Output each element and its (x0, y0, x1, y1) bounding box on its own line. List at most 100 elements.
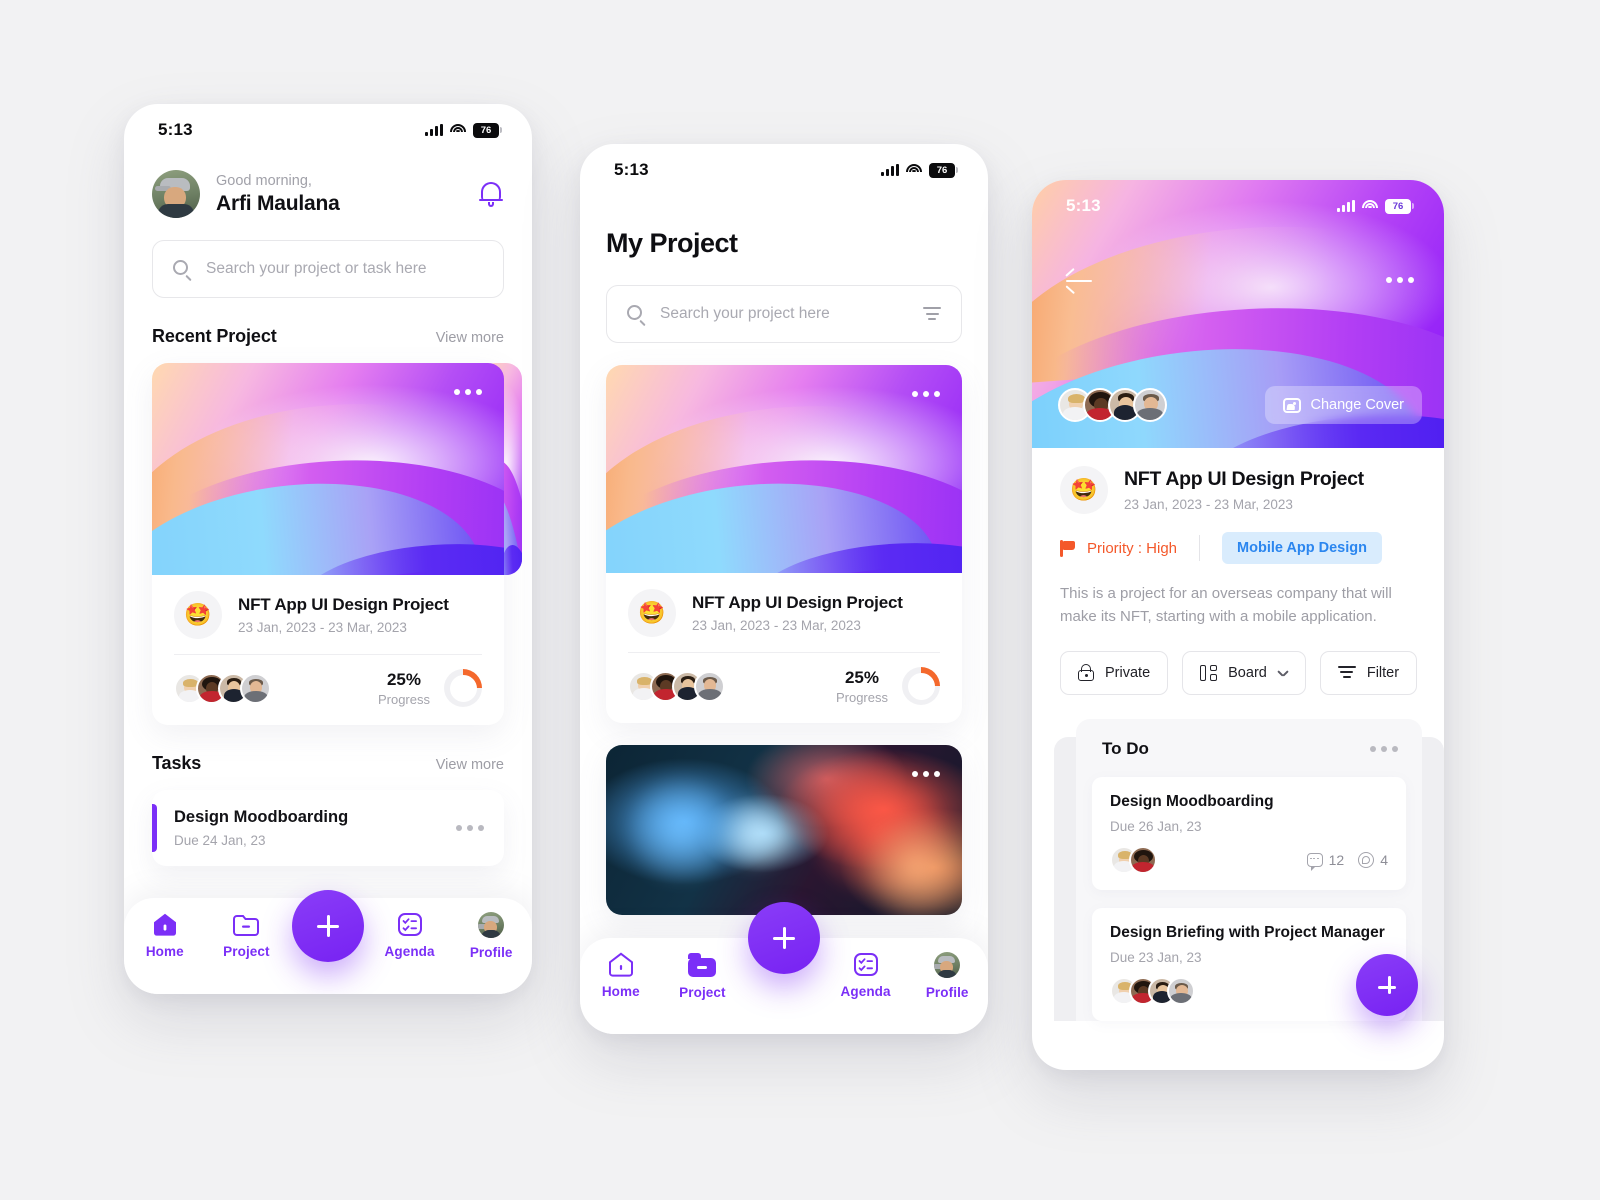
status-bar: 5:13 76 (580, 144, 988, 196)
board-label: Board (1228, 664, 1267, 681)
avatar-icon (934, 952, 961, 978)
search-icon (627, 304, 646, 326)
nav-label: Agenda (840, 984, 891, 999)
more-options-icon[interactable] (454, 389, 482, 395)
status-indicators: 76 (881, 162, 958, 178)
more-options-icon[interactable] (1370, 745, 1398, 752)
project-description: This is a project for an overseas compan… (1060, 585, 1392, 626)
nav-item-agenda[interactable]: Agenda (369, 912, 451, 959)
project-card[interactable]: 🤩 NFT App UI Design Project 23 Jan, 2023… (606, 365, 962, 723)
search-input[interactable]: Search your project or task here (152, 240, 504, 298)
add-button[interactable] (748, 902, 820, 974)
avatar[interactable] (152, 170, 200, 218)
add-button[interactable] (292, 890, 364, 962)
lock-icon (1078, 664, 1094, 681)
wifi-icon (906, 164, 922, 176)
private-button[interactable]: Private (1060, 650, 1169, 695)
nav-item-project[interactable]: Project (662, 952, 744, 1000)
nav-item-home[interactable]: Home (124, 912, 206, 959)
battery-icon: 76 (1385, 198, 1414, 214)
change-cover-button[interactable]: Change Cover (1264, 386, 1422, 424)
back-arrow-icon[interactable] (1065, 267, 1092, 295)
task-card[interactable]: Design Moodboarding Due 24 Jan, 23 (152, 790, 504, 866)
image-icon (1282, 397, 1301, 413)
home-icon (153, 913, 176, 936)
view-more-link[interactable]: View more (436, 330, 504, 346)
wifi-icon (1362, 200, 1378, 212)
tasks-header: Tasks View more (152, 753, 504, 774)
bell-icon[interactable] (478, 180, 504, 208)
task-title: Design Moodboarding (174, 808, 349, 826)
progress-ring (444, 669, 482, 707)
nav-label: Project (223, 944, 270, 959)
comment-icon (1306, 852, 1323, 871)
search-icon (173, 259, 192, 281)
view-more-link[interactable]: View more (436, 757, 504, 773)
page-title: My Project (606, 228, 738, 258)
comment-count: 12 (1306, 852, 1344, 871)
task-members[interactable] (1110, 976, 1195, 1005)
progress-ring (902, 667, 940, 705)
status-time: 5:13 (1066, 196, 1101, 215)
filter-label: Filter (1366, 664, 1400, 681)
nav-item-profile[interactable]: Profile (450, 912, 532, 960)
task-title: Design Briefing with Project Manager (1110, 923, 1385, 941)
more-options-icon[interactable] (912, 391, 940, 397)
divider (1199, 535, 1201, 561)
phone-project-detail-screen: 5:13 76 Change Cover 🤩 NFT App UI Design… (1032, 180, 1444, 1070)
battery-level: 76 (473, 122, 499, 138)
task-card[interactable]: Design Briefing with Project Manager Due… (1092, 907, 1406, 1021)
more-options-icon[interactable] (1386, 277, 1414, 283)
task-card[interactable]: Design Moodboarding Due 26 Jan, 23 12 4 (1092, 776, 1406, 890)
project-members[interactable] (1058, 388, 1167, 422)
recent-project-header: Recent Project View more (152, 326, 504, 347)
project-title: NFT App UI Design Project (692, 593, 903, 612)
more-options-icon[interactable] (456, 825, 484, 831)
add-button[interactable] (1356, 954, 1418, 1016)
nav-item-home[interactable]: Home (580, 952, 662, 999)
nav-label: Home (601, 984, 640, 999)
project-members[interactable] (174, 672, 271, 704)
nav-item-project[interactable]: Project (206, 912, 288, 959)
nav-label: Home (145, 944, 184, 959)
project-card[interactable]: 🤩 NFT App UI Design Project 23 Jan, 2023… (152, 363, 504, 725)
board-view-button[interactable]: Board (1182, 650, 1306, 695)
nav-item-profile[interactable]: Profile (906, 952, 988, 1000)
cellular-signal-icon (881, 164, 899, 176)
wifi-icon (450, 124, 466, 136)
status-indicators: 76 (425, 122, 502, 138)
greeting-row: Good morning, Arfi Maulana (152, 170, 504, 218)
filter-button[interactable]: Filter (1319, 650, 1418, 695)
search-input[interactable]: Search your project here (606, 285, 962, 343)
column-title: To Do (1102, 738, 1149, 758)
screenshot-stage: 5:13 76 Good morning, Arfi Maulana Searc… (0, 0, 1600, 1200)
folder-icon (233, 915, 260, 936)
project-header: 🤩 NFT App UI Design Project 23 Jan, 2023… (1060, 466, 1416, 514)
progress-value: 25% (844, 667, 879, 687)
task-due: Due 24 Jan, 23 (174, 833, 266, 848)
change-cover-label: Change Cover (1310, 397, 1405, 413)
category-tag[interactable]: Mobile App Design (1222, 532, 1382, 564)
project-cover-image (606, 745, 962, 915)
progress-info: 25% Progress (836, 668, 888, 705)
search-placeholder: Search your project here (660, 305, 830, 322)
project-meta: Priority : High Mobile App Design (1060, 532, 1416, 564)
filter-icon (1337, 666, 1356, 679)
nav-item-agenda[interactable]: Agenda (825, 952, 907, 999)
filter-icon[interactable] (923, 307, 941, 321)
user-name: Arfi Maulana (216, 191, 340, 215)
home-icon (608, 952, 633, 977)
project-emoji: 🤩 (628, 589, 676, 637)
more-options-icon[interactable] (912, 771, 940, 777)
task-members[interactable] (1110, 845, 1157, 874)
cellular-signal-icon (425, 124, 443, 136)
task-title: Design Moodboarding (1110, 792, 1274, 810)
status-indicators: 76 (1337, 198, 1414, 214)
project-card-secondary[interactable] (606, 745, 962, 915)
project-members[interactable] (628, 670, 725, 702)
project-cover-image (152, 363, 504, 575)
project-detail-content: 🤩 NFT App UI Design Project 23 Jan, 2023… (1032, 466, 1444, 695)
project-date-range: 23 Jan, 2023 - 23 Mar, 2023 (238, 620, 407, 635)
priority-label: Priority : High (1087, 539, 1178, 557)
avatar-icon (478, 912, 505, 938)
